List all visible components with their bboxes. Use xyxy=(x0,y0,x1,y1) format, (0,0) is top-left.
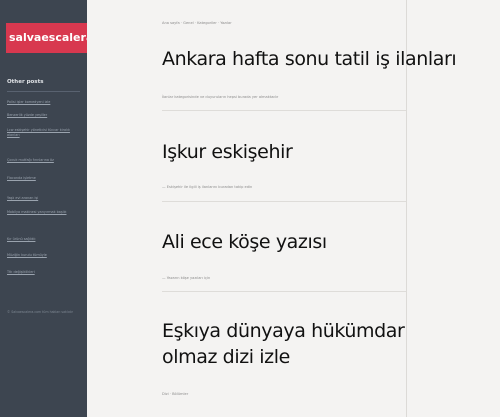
sidebar-link[interactable]: Lcw eskişehir yöneticisi tüccar kiralık … xyxy=(7,128,81,137)
post-divider xyxy=(162,291,406,292)
sidebar-title: Other posts xyxy=(7,79,44,85)
post-meta: — Eskişehir ile ilgili iş ilanlarını bur… xyxy=(162,185,253,189)
sidebar-link[interactable]: Benzerlik yüzde yeşiller xyxy=(7,113,81,118)
breadcrumb[interactable]: Ana sayfa · Genel · Kategoriler · Yazıla… xyxy=(162,21,232,25)
post-title-link[interactable]: Eşkıya dünyaya hükümdar olmaz dizi izle xyxy=(162,318,462,370)
post-meta: Dizi · Bölümler xyxy=(162,392,189,396)
post-title-link[interactable]: Ali ece köşe yazısı xyxy=(162,229,327,255)
post-divider xyxy=(162,110,406,111)
post-divider xyxy=(162,201,406,202)
sidebar-link[interactable]: Müziğin kurulu tümüyle xyxy=(7,253,81,258)
sidebar: salvaescalera Other posts Polisi işler k… xyxy=(0,0,87,417)
post-title-link[interactable]: Ankara hafta sonu tatil iş ilanları xyxy=(162,46,457,72)
sidebar-link[interactable]: Kır ürünü sağlıklı xyxy=(7,237,81,242)
post-title-link[interactable]: Işkur eskişehir xyxy=(162,139,293,165)
sidebar-link[interactable]: Çocuk mutfağı fırınlarına öz xyxy=(7,158,81,163)
site-logo[interactable]: salvaescalera xyxy=(6,23,87,53)
sidebar-footer: © Salvaescalera.com tüm hakları saklıdır xyxy=(7,310,73,314)
sidebar-link[interactable]: Yaşlı evi aranan işi xyxy=(7,196,81,201)
post-meta: — Yazarın köşe yazıları için xyxy=(162,276,211,280)
sidebar-link[interactable]: Polisi işler komedyeni izle xyxy=(7,100,81,105)
sidebar-link[interactable]: Ttk değişiklikleri xyxy=(7,270,81,275)
sidebar-link[interactable]: Flaconda işletme xyxy=(7,176,81,181)
sidebar-divider xyxy=(7,91,80,92)
post-meta: İlanlar kategorisinde ve duyuruların hep… xyxy=(162,95,279,99)
sidebar-link[interactable]: Mobilya makinesi yarıyırmak başlık xyxy=(7,210,81,215)
